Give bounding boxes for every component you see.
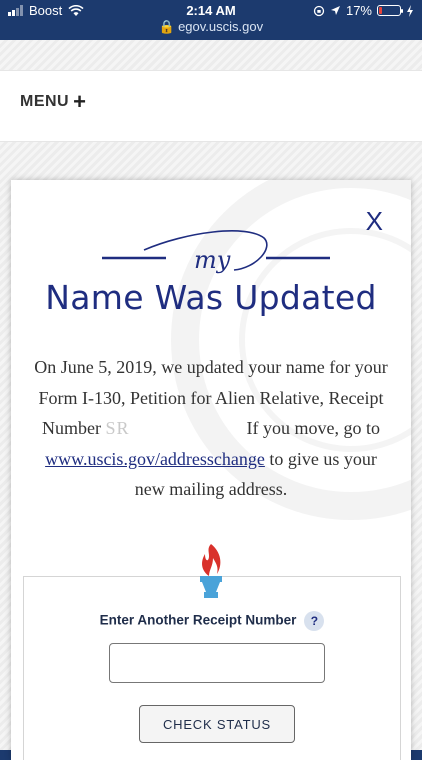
page: MENU + X my Name Was Updated On June 5, … bbox=[0, 40, 422, 760]
menu-label: MENU bbox=[20, 93, 70, 110]
battery-percent: 17% bbox=[345, 3, 372, 18]
location-icon bbox=[330, 6, 340, 15]
torch-icon bbox=[200, 544, 222, 598]
plus-icon: + bbox=[73, 89, 87, 114]
nav-bar: MENU + bbox=[0, 70, 422, 142]
url-text: egov.uscis.gov bbox=[178, 19, 264, 34]
receipt-label-row: Enter Another Receipt Number? bbox=[24, 611, 400, 631]
case-status-text: On June 5, 2019, we updated your name fo… bbox=[31, 352, 391, 505]
status-right: 17% bbox=[313, 3, 414, 18]
help-icon[interactable]: ? bbox=[304, 611, 325, 631]
lock-icon: 🔒 bbox=[158, 19, 176, 34]
move-sentence: If you move, go to bbox=[246, 418, 380, 438]
modal-title: Name Was Updated bbox=[45, 278, 377, 317]
close-button[interactable]: X bbox=[366, 206, 383, 237]
receipt-number-input[interactable] bbox=[109, 643, 325, 683]
battery-icon bbox=[377, 5, 403, 16]
status-card: X my Name Was Updated On June 5, 2019, w… bbox=[11, 180, 411, 760]
receipt-panel: Enter Another Receipt Number? CHECK STAT… bbox=[23, 576, 401, 760]
receipt-label: Enter Another Receipt Number bbox=[99, 612, 297, 628]
redacted-receipt-number: SR bbox=[105, 418, 130, 438]
check-status-button[interactable]: CHECK STATUS bbox=[139, 705, 295, 743]
menu-button[interactable]: MENU + bbox=[20, 89, 87, 114]
url-bar[interactable]: 🔒 egov.uscis.gov bbox=[0, 19, 422, 35]
orientation-lock-icon bbox=[313, 5, 325, 16]
flourish-text: my bbox=[194, 246, 231, 274]
address-change-link[interactable]: www.uscis.gov/addresschange bbox=[45, 449, 265, 469]
status-bar: Boost 2:14 AM 17% 🔒 egov.uscis.gov bbox=[0, 0, 422, 40]
charging-icon bbox=[407, 4, 413, 17]
my-flourish-logo: my bbox=[102, 230, 330, 274]
